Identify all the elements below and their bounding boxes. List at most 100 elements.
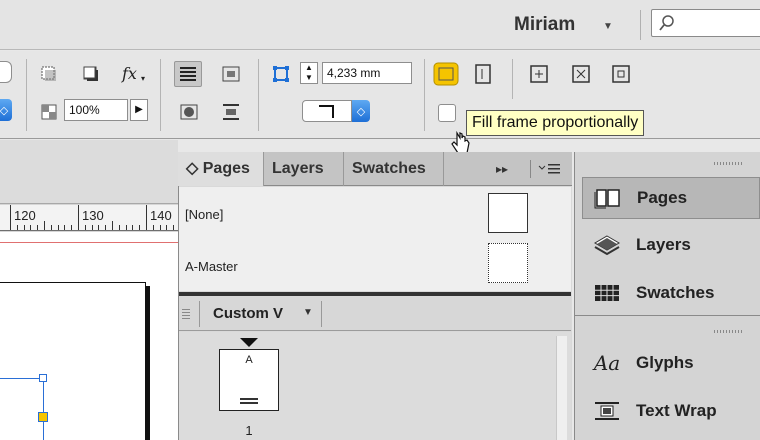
master-a-thumbnail[interactable]	[488, 243, 528, 283]
selection-handle[interactable]	[39, 374, 47, 382]
page-master-prefix: A	[245, 354, 253, 366]
panel-splitter[interactable]	[179, 292, 571, 296]
page-shadow	[146, 286, 150, 440]
application-bar	[0, 0, 760, 50]
ruler-tick	[91, 225, 93, 230]
dock-item-glyphs[interactable]: Aa Glyphs	[582, 342, 760, 384]
master-a[interactable]: A-Master	[185, 259, 238, 274]
dock-item-layers[interactable]: Layers	[582, 224, 760, 266]
corner-dropdown-chevron-icon[interactable]: ◇	[352, 100, 370, 122]
ruler-tick	[146, 205, 147, 230]
page-line	[240, 402, 258, 404]
dock-item-pages[interactable]: Pages	[582, 177, 760, 219]
document-tab-bar	[0, 140, 178, 204]
auto-fit-checkbox[interactable]	[438, 104, 456, 122]
ruler-tick	[16, 225, 18, 230]
ruler-tick	[132, 225, 134, 230]
ruler-tick	[71, 225, 73, 230]
shadow-icon[interactable]	[80, 63, 102, 85]
pages-scrollbar[interactable]	[556, 336, 567, 440]
ruler-tick	[30, 225, 32, 230]
dock-item-label: Text Wrap	[636, 401, 717, 420]
center-content-icon[interactable]	[610, 63, 632, 85]
divider	[321, 301, 322, 327]
reference-point-dropdown[interactable]	[0, 61, 12, 83]
fit-content-to-frame-icon[interactable]	[570, 63, 592, 85]
ruler-tick	[105, 225, 107, 230]
divider	[574, 315, 760, 316]
glyphs-icon: Aa	[593, 351, 621, 375]
weight-field[interactable]: 4,233 mm	[322, 62, 412, 84]
corner-shape-dropdown[interactable]	[302, 100, 352, 122]
ruler-tick	[78, 205, 79, 230]
dock-item-label: Pages	[637, 188, 688, 207]
ruler-tick	[173, 225, 175, 230]
align-text-icon[interactable]	[174, 61, 202, 87]
user-name[interactable]: Miriam	[514, 14, 575, 36]
user-menu-chevron-icon[interactable]: ▼	[603, 21, 613, 32]
selection-center-handle[interactable]	[38, 412, 48, 422]
opacity-arrow-button[interactable]: ▶	[130, 99, 148, 121]
layers-icon	[592, 233, 622, 257]
selected-frame[interactable]	[0, 378, 44, 440]
divider	[26, 59, 27, 131]
wrap-jump-icon[interactable]	[220, 101, 242, 123]
fit-content-proportionally-icon[interactable]	[472, 63, 494, 85]
ruler-tick	[57, 225, 59, 230]
dropdown-stepper-icon[interactable]: ◇	[0, 99, 12, 121]
ruler-label: 130	[82, 208, 104, 223]
tab-layers[interactable]: Layers	[264, 152, 344, 186]
swatches-icon	[592, 282, 622, 304]
dock-item-label: Glyphs	[636, 353, 694, 372]
view-dropdown[interactable]: Custom V	[213, 305, 283, 322]
horizontal-ruler[interactable]: 120 130 140	[0, 205, 181, 231]
divider	[640, 10, 641, 40]
drop-shadow-icon[interactable]	[38, 63, 60, 85]
tooltip: Fill frame proportionally	[466, 110, 645, 136]
opacity-field[interactable]: 100%	[64, 99, 128, 121]
dock-item-text-wrap[interactable]: Text Wrap	[582, 390, 760, 432]
divider	[512, 59, 513, 99]
master-none[interactable]: [None]	[185, 207, 223, 222]
page-thumbnail[interactable]: A	[219, 349, 279, 411]
tab-swatches[interactable]: Swatches	[344, 152, 444, 186]
ruler-tick	[64, 225, 66, 230]
ruler-tick	[98, 225, 100, 230]
ruler-tick	[159, 225, 161, 230]
ruler-tick	[118, 225, 120, 230]
ruler-tick	[84, 225, 86, 230]
ruler-tick	[125, 225, 127, 230]
weight-stepper[interactable]: ▲ ▼	[300, 62, 318, 84]
search-icon	[659, 15, 674, 31]
opacity-icon[interactable]	[38, 101, 60, 123]
search-input[interactable]	[651, 9, 760, 37]
wrap-shape-icon[interactable]	[178, 101, 200, 123]
divider	[160, 59, 161, 131]
ruler-tick	[152, 225, 154, 230]
dock-grip[interactable]	[714, 162, 744, 165]
ruler-tick	[23, 225, 25, 230]
fit-frame-to-content-icon[interactable]	[528, 63, 550, 85]
stroke-weight-icon	[270, 63, 292, 85]
fill-frame-proportionally-button[interactable]	[432, 61, 462, 89]
dock-grip[interactable]	[714, 330, 744, 333]
bleed-guide	[0, 242, 178, 243]
divider	[424, 59, 425, 131]
wrap-box-icon[interactable]	[220, 63, 242, 85]
dock-item-label: Swatches	[636, 283, 715, 302]
grip-icon[interactable]	[182, 309, 190, 321]
svg-text:fx: fx	[121, 64, 137, 83]
ruler-tick	[139, 225, 141, 230]
corner-shape-icon	[319, 105, 334, 118]
effects-fx-icon[interactable]: fx ▾	[120, 63, 150, 85]
tab-pages[interactable]: ◇ Pages	[178, 152, 264, 186]
view-dropdown-chevron-icon[interactable]: ▼	[303, 307, 313, 318]
dock-item-swatches[interactable]: Swatches	[582, 272, 760, 314]
collapse-panel-icon[interactable]: ▸▸	[496, 152, 508, 186]
ruler-tick	[112, 221, 113, 230]
master-none-thumbnail[interactable]	[488, 193, 528, 233]
divider	[258, 59, 259, 131]
page-line	[240, 398, 258, 400]
page-number: 1	[245, 423, 253, 438]
panel-menu-icon[interactable]	[538, 162, 562, 176]
